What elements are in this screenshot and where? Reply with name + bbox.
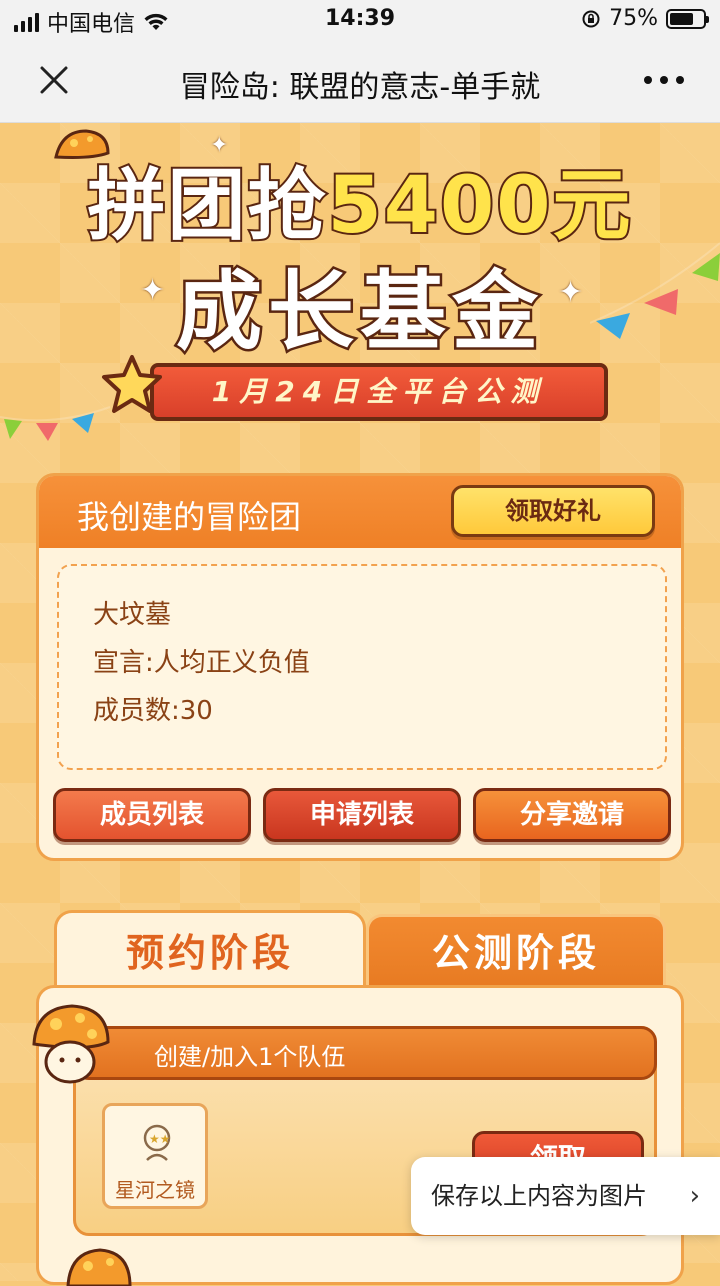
sparkle-icon: ✦ [558,275,584,310]
team-name: 大坟墓 [93,600,172,630]
bunting-left-icon [0,406,110,441]
mushroom-mascot-icon [66,1248,132,1286]
page-title: 冒险岛: 联盟的意志-单手就 [179,70,541,105]
tasks-card: 创建/加入1个队伍 ★★ 星河之镜 领取 [36,985,684,1285]
battery-percent: 75% [609,6,658,31]
application-list-button[interactable]: 申请列表 [263,788,461,842]
hero-subheadline: 成长基金 [174,260,544,365]
reward-label: 星河之镜 [115,1178,195,1202]
team-member-count: 成员数:30 [93,696,213,726]
launch-date-ribbon: 1月24日全平台公测 [150,363,608,421]
more-icon[interactable] [644,76,684,84]
tab-reservation-stage[interactable]: 预约阶段 [54,910,366,990]
hero-banner: 拼团抢5400元 成长基金 ✦ ✦ ✦ 1月24日全平台公测 [0,123,720,453]
team-card-header: 我创建的冒险团 领取好礼 [39,476,681,548]
bunting-right-icon [590,242,720,339]
team-card: 我创建的冒险团 领取好礼 大坟墓 宣言:人均正义负值 成员数:30 成员列表 申… [36,473,684,861]
stage-tabs: 预约阶段 公测阶段 [36,910,684,990]
tab-public-test-stage[interactable]: 公测阶段 [366,914,666,990]
claim-gift-button[interactable]: 领取好礼 [451,485,655,537]
battery-fill [670,12,693,25]
close-icon[interactable] [36,62,72,98]
team-card-title: 我创建的冒险团 [77,498,302,536]
reward-item: ★★ 星河之镜 [102,1103,208,1209]
chevron-right-icon: › [689,1181,700,1211]
sparkle-icon: ✦ [140,273,166,308]
nav-bar: 冒险岛: 联盟的意志-单手就 [0,40,720,123]
status-right: 75% [581,6,709,31]
hero-headline-amount: 5400元 [325,159,633,253]
mirror-icon: ★★ [143,1124,171,1161]
hero-headline-prefix: 拼团抢 [85,159,328,253]
member-list-button[interactable]: 成员列表 [53,788,251,842]
svg-text:★★: ★★ [149,1132,171,1146]
save-as-image-button[interactable]: 保存以上内容为图片 › [411,1157,720,1235]
hero-headline: 拼团抢5400元 [60,143,660,255]
team-info-box: 大坟墓 宣言:人均正义负值 成员数:30 [57,564,667,770]
status-bar: 中国电信 14:39 75% [0,0,720,40]
share-invite-button[interactable]: 分享邀请 [473,788,671,842]
team-declaration: 宣言:人均正义负值 [93,648,310,678]
task-label: 创建/加入1个队伍 [154,1043,346,1071]
sparkle-icon: ✦ [210,133,229,158]
rotation-lock-icon [582,10,600,27]
save-as-image-label: 保存以上内容为图片 [431,1182,647,1210]
mushroom-mascot-icon [32,1004,110,1084]
battery-icon [666,8,709,29]
team-action-buttons: 成员列表 申请列表 分享邀请 [53,788,671,844]
task-header: 创建/加入1个队伍 [73,1026,657,1080]
